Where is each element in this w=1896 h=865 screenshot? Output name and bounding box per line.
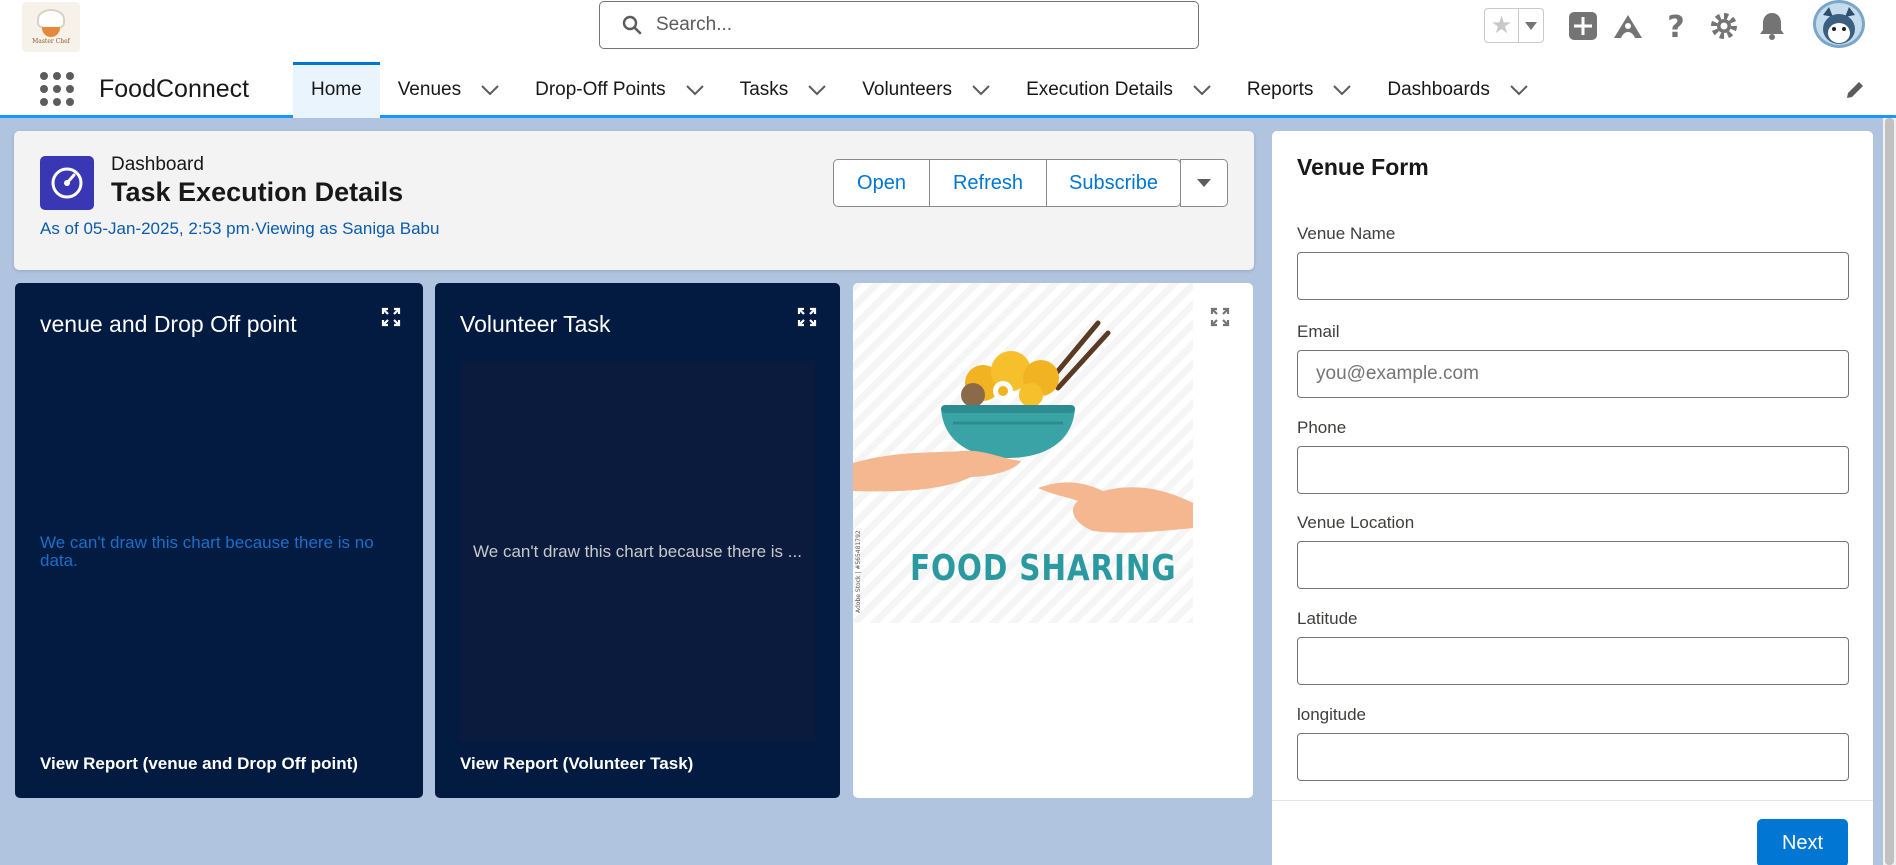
trailhead-icon[interactable] [1612, 10, 1644, 42]
app-name: FoodConnect [99, 75, 250, 103]
longitude-input[interactable] [1297, 733, 1849, 781]
tab-reports[interactable]: Reports [1229, 62, 1370, 118]
venue-name-input[interactable] [1297, 252, 1849, 300]
org-logo[interactable]: Master Chef [22, 2, 80, 52]
email-input[interactable] [1297, 350, 1849, 398]
chevron-down-icon[interactable] [1193, 84, 1211, 96]
field-label: Venue Name [1297, 224, 1396, 243]
no-data-message: We can't draw this chart because there i… [40, 533, 374, 570]
chevron-down-icon[interactable] [685, 84, 704, 96]
chevron-down-icon[interactable] [1510, 84, 1528, 96]
email-field: Email [1297, 322, 1849, 398]
svg-text:Adobe Stock | #565481792: Adobe Stock | #565481792 [855, 530, 862, 613]
widget-title: Volunteer Task [460, 311, 611, 337]
favorites-group[interactable]: ★ [1484, 8, 1544, 43]
no-data-message: We can't draw this chart because there i… [473, 542, 802, 561]
field-label: Email [1297, 322, 1340, 341]
global-search[interactable] [599, 1, 1199, 49]
chevron-down-icon[interactable] [808, 84, 826, 96]
dashboard-type-label: Dashboard [111, 154, 204, 175]
dashboard-header: Dashboard Task Execution Details As of 0… [14, 131, 1254, 270]
favorites-dropdown-button[interactable] [1519, 9, 1543, 42]
help-icon[interactable]: ? [1660, 10, 1692, 42]
edit-nav-pencil-icon[interactable] [1845, 80, 1865, 105]
tab-tasks[interactable]: Tasks [722, 62, 845, 118]
dashboard-subtitle: As of 05-Jan-2025, 2:53 pm·Viewing as Sa… [40, 219, 440, 238]
tab-volunteers[interactable]: Volunteers [844, 62, 1008, 118]
add-icon[interactable] [1567, 10, 1599, 42]
tab-label: Drop-Off Points [535, 79, 666, 100]
chevron-down-icon[interactable] [972, 84, 990, 96]
more-actions-button[interactable] [1180, 159, 1228, 207]
chart-area: We can't draw this chart because there i… [460, 361, 815, 742]
tab-home[interactable]: Home [293, 62, 380, 118]
widget-volunteer-task: Volunteer Task We can't draw this chart … [435, 283, 840, 798]
widget-venue-drop-off: venue and Drop Off point We can't draw t… [15, 283, 423, 798]
longitude-field: longitude [1297, 705, 1849, 781]
search-icon [622, 15, 642, 35]
subscribe-button[interactable]: Subscribe [1046, 159, 1181, 207]
tab-dashboards[interactable]: Dashboards [1369, 62, 1545, 118]
tab-label: Home [311, 79, 362, 100]
global-header: Master Chef ★ ? [0, 0, 1896, 55]
venue-form-panel: Venue Form Venue Name Email Phone Venue … [1272, 131, 1873, 865]
tab-label: Reports [1246, 79, 1314, 100]
next-button[interactable]: Next [1757, 819, 1848, 865]
scrollbar-thumb[interactable] [1885, 118, 1894, 865]
chevron-down-icon [1197, 179, 1211, 187]
field-label: longitude [1297, 705, 1367, 724]
field-label: Latitude [1297, 609, 1358, 628]
chef-hat-icon [37, 9, 65, 29]
venue-name-field: Venue Name [1297, 224, 1849, 300]
dashboard-gauge-icon [40, 156, 94, 210]
latitude-field: Latitude [1297, 609, 1849, 685]
svg-text:?: ? [1667, 10, 1684, 42]
page-title: Task Execution Details [111, 177, 404, 207]
tab-execution-details[interactable]: Execution Details [1008, 62, 1229, 118]
phone-field: Phone [1297, 418, 1849, 494]
tab-label: Dashboards [1387, 79, 1490, 100]
food-sharing-caption: FOOD SHARING [910, 548, 1177, 589]
star-icon[interactable]: ★ [1485, 9, 1519, 42]
widget-food-sharing-image: Adobe Stock | #565481792 FOOD SHARING [853, 283, 1253, 798]
avatar[interactable] [1813, 0, 1865, 48]
nav-tabs: Home Venues Drop-Off Points Tasks Volunt… [293, 62, 1546, 118]
dashboard-actions: Open Refresh Subscribe [833, 159, 1228, 207]
field-label: Venue Location [1297, 513, 1415, 532]
view-report-link[interactable]: View Report (Volunteer Task) [460, 754, 693, 774]
expand-icon[interactable] [797, 307, 819, 329]
bell-icon[interactable] [1756, 10, 1788, 42]
page-scrollbar[interactable] [1883, 118, 1896, 865]
venue-location-input[interactable] [1297, 541, 1849, 589]
gear-icon[interactable] [1708, 10, 1740, 42]
search-input[interactable] [656, 14, 1176, 36]
expand-icon[interactable] [381, 307, 403, 329]
expand-icon[interactable] [1210, 307, 1232, 329]
field-label: Phone [1297, 418, 1347, 437]
app-launcher-icon[interactable] [40, 72, 74, 106]
chevron-down-icon[interactable] [1333, 84, 1352, 96]
chevron-down-icon[interactable] [481, 84, 499, 96]
widget-title: venue and Drop Off point [40, 311, 297, 337]
tab-drop-off-points[interactable]: Drop-Off Points [517, 62, 722, 118]
logo-text: Master Chef [32, 38, 70, 45]
latitude-input[interactable] [1297, 637, 1849, 685]
tab-label: Execution Details [1026, 79, 1173, 100]
venue-location-field: Venue Location [1297, 513, 1849, 589]
app-navbar: FoodConnect Home Venues Drop-Off Points … [0, 55, 1896, 118]
tab-label: Venues [397, 79, 462, 100]
view-report-link[interactable]: View Report (venue and Drop Off point) [40, 754, 358, 774]
phone-input[interactable] [1297, 446, 1849, 494]
refresh-button[interactable]: Refresh [929, 159, 1047, 207]
tab-venues[interactable]: Venues [380, 62, 517, 118]
open-button[interactable]: Open [833, 159, 930, 207]
tab-label: Volunteers [862, 79, 953, 100]
tab-label: Tasks [739, 79, 789, 100]
chevron-down-icon [1525, 21, 1537, 30]
venue-form-title: Venue Form [1297, 154, 1429, 180]
